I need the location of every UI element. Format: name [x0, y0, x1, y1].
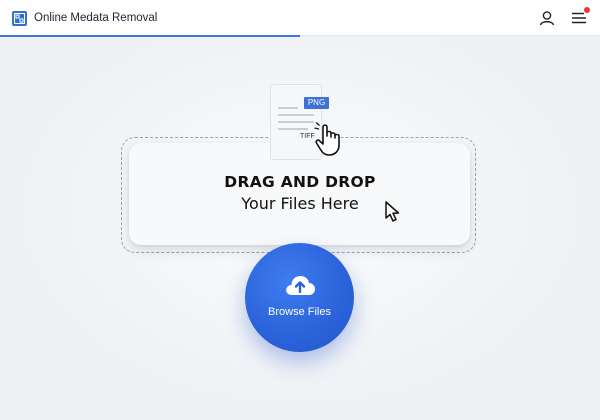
tiff-tag: TIFF	[300, 133, 315, 140]
app-title: Online Medata Removal	[34, 12, 158, 24]
cloud-upload-icon	[283, 272, 317, 303]
menu-icon[interactable]	[570, 7, 590, 27]
png-tag: PNG	[304, 97, 329, 109]
drop-subtitle: Your Files Here	[241, 194, 359, 213]
notification-dot	[584, 7, 590, 13]
browse-files-label: Browse Files	[268, 306, 331, 318]
file-illustration: TIFF PNG	[270, 84, 352, 160]
mouse-cursor-icon	[384, 201, 402, 228]
browse-files-button[interactable]: Browse Files	[245, 243, 354, 352]
user-icon[interactable]	[538, 9, 556, 27]
hand-pointer-icon	[314, 120, 352, 163]
top-bar: Online Medata Removal	[0, 0, 600, 36]
app-logo-icon	[12, 10, 27, 26]
brand[interactable]: Online Medata Removal	[12, 9, 157, 27]
drop-title: DRAG AND DROP	[224, 173, 376, 191]
